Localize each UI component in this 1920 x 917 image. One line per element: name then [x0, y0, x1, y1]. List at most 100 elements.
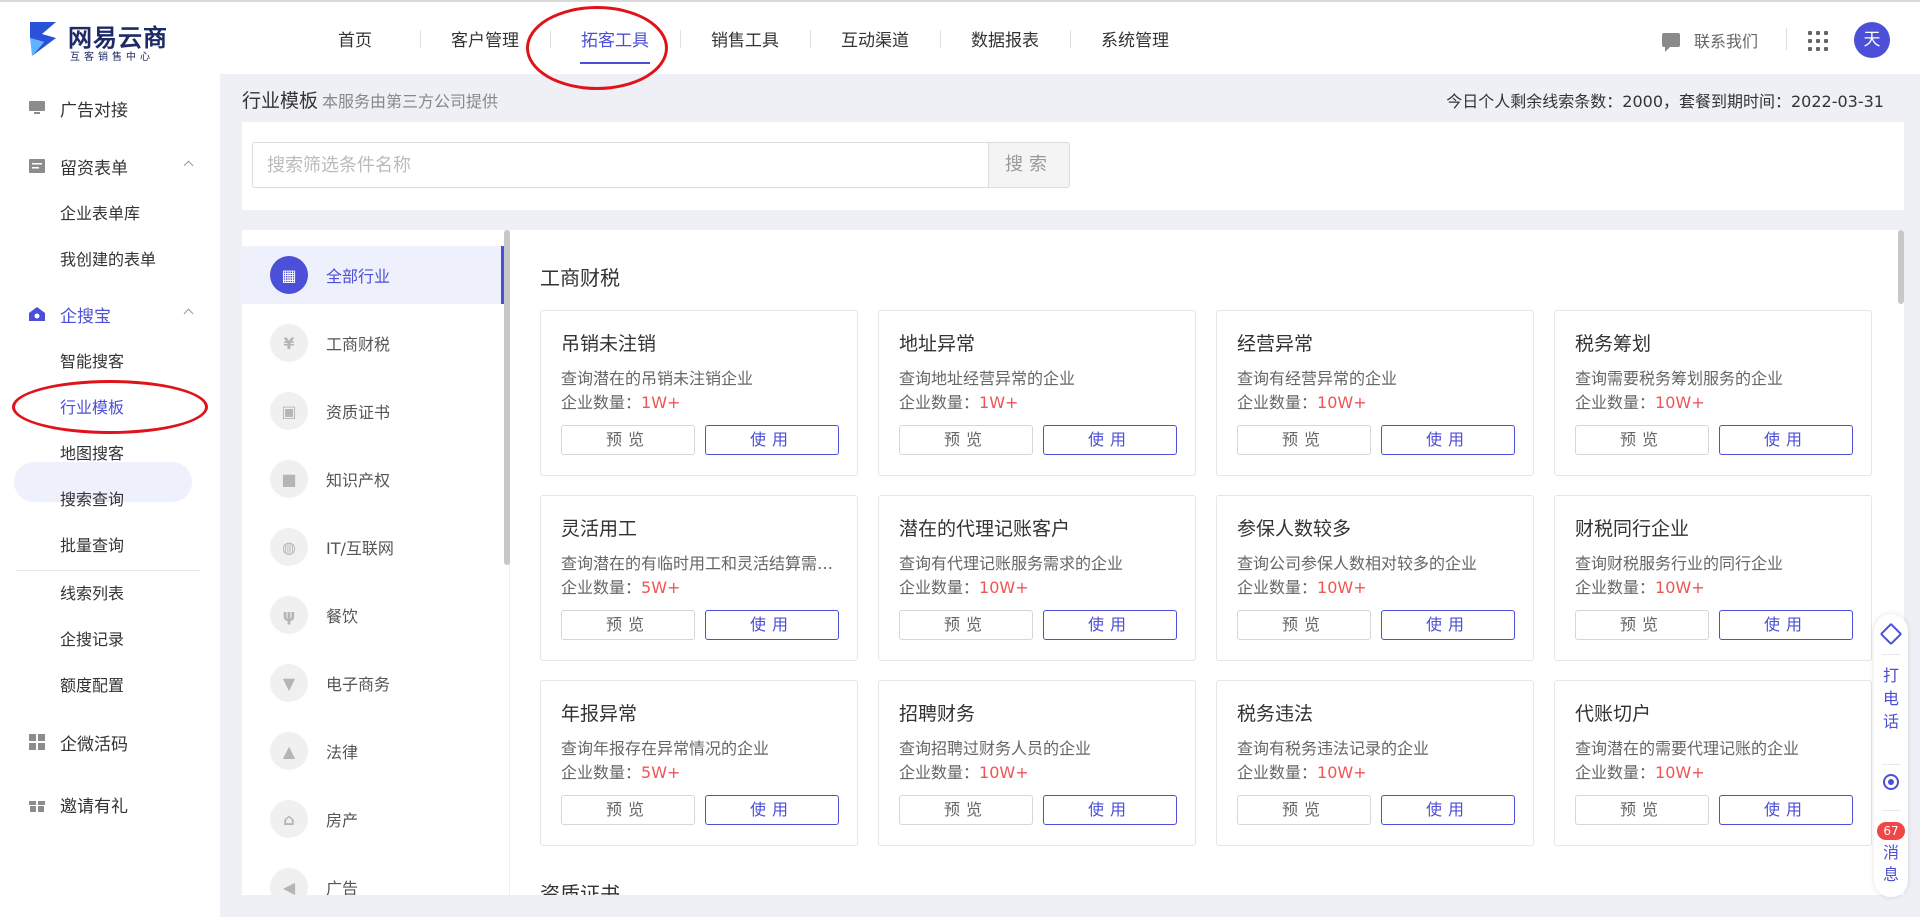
sidebar-item-search-record[interactable]: 企搜记录 — [0, 620, 220, 660]
quota-info: 今日个人剩余线索条数：2000，套餐到期时间：2022-03-31 — [1446, 92, 1884, 111]
use-button[interactable]: 使用 — [705, 610, 839, 640]
template-card: 税务违法 查询有税务违法记录的企业 企业数量：10W+ 预览 使用 — [1216, 680, 1534, 846]
count-value: 1W+ — [641, 393, 681, 412]
sidebar-item-batch-query[interactable]: 批量查询 — [0, 526, 220, 566]
card-count: 企业数量：10W+ — [899, 574, 1029, 598]
preview-button[interactable]: 预览 — [1237, 425, 1371, 455]
nav-reports[interactable]: 数据报表 — [940, 2, 1070, 76]
card-description: 查询地址经营异常的企业 — [899, 369, 1076, 388]
preview-button[interactable]: 预览 — [561, 610, 695, 640]
count-prefix: 企业数量： — [1237, 763, 1318, 782]
use-button[interactable]: 使用 — [1043, 425, 1177, 455]
preview-button[interactable]: 预览 — [899, 425, 1033, 455]
message-badge: 67 — [1877, 822, 1905, 840]
use-button[interactable]: 使用 — [1719, 425, 1853, 455]
sidebar: 广告对接 留资表单 企业表单库 我创建的表单 企搜宝 智能搜客 行业模板 地图搜… — [0, 74, 220, 917]
sidebar-item-map-search[interactable]: 地图搜客 — [0, 434, 220, 474]
card-title: 参保人数较多 — [1237, 518, 1352, 540]
preview-button[interactable]: 预览 — [1575, 795, 1709, 825]
use-button[interactable]: 使用 — [1381, 425, 1515, 455]
use-button[interactable]: 使用 — [705, 795, 839, 825]
contact-us-link[interactable]: 联系我们 — [1662, 28, 1758, 52]
preview-button[interactable]: 预览 — [899, 795, 1033, 825]
use-button[interactable]: 使用 — [705, 425, 839, 455]
sidebar-item-industry-template[interactable]: 行业模板 — [0, 388, 220, 428]
use-button[interactable]: 使用 — [1043, 795, 1177, 825]
card-count: 企业数量：10W+ — [1575, 389, 1705, 413]
count-value: 10W+ — [979, 578, 1029, 597]
sidebar-item-form-library[interactable]: 企业表单库 — [0, 194, 220, 234]
category-item[interactable]: ▼ 电子商务 — [242, 654, 504, 712]
preview-button[interactable]: 预览 — [1575, 425, 1709, 455]
card-count: 企业数量：10W+ — [1575, 759, 1705, 783]
category-item[interactable]: ▣ 资质证书 — [242, 382, 504, 440]
use-button[interactable]: 使用 — [1719, 610, 1853, 640]
sidebar-item-invite[interactable]: 邀请有礼 — [0, 782, 220, 826]
logo[interactable]: 网易云商 互客销售中心 — [26, 16, 176, 63]
count-prefix: 企业数量： — [899, 393, 980, 412]
use-button[interactable]: 使用 — [1381, 610, 1515, 640]
category-item[interactable]: ψ 餐饮 — [242, 586, 504, 644]
use-button[interactable]: 使用 — [1381, 795, 1515, 825]
page-title-text: 行业模板 — [242, 90, 319, 112]
grid-icon — [29, 734, 45, 750]
category-label: 知识产权 — [326, 471, 391, 490]
nav-system[interactable]: 系统管理 — [1070, 2, 1200, 76]
preview-button[interactable]: 预览 — [899, 610, 1033, 640]
avatar[interactable]: 天 — [1854, 22, 1890, 58]
category-label: 广告 — [326, 879, 359, 895]
sidebar-item-qisoubao[interactable]: 企搜宝 — [0, 292, 220, 336]
search-input[interactable] — [252, 142, 988, 188]
sidebar-item-quota-config[interactable]: 额度配置 — [0, 666, 220, 706]
sidebar-item-lead-list[interactable]: 线索列表 — [0, 574, 220, 614]
card-title: 税务违法 — [1237, 703, 1314, 725]
card-title: 招聘财务 — [899, 703, 976, 725]
use-button[interactable]: 使用 — [1043, 610, 1177, 640]
use-button[interactable]: 使用 — [1719, 795, 1853, 825]
nav-customer[interactable]: 客户管理 — [420, 2, 550, 76]
preview-button[interactable]: 预览 — [561, 795, 695, 825]
nav-home[interactable]: 首页 — [290, 2, 420, 76]
search-button[interactable]: 搜索 — [988, 142, 1070, 188]
search-panel: 搜索 — [242, 122, 1904, 210]
category-icon: ▲ — [270, 732, 308, 770]
call-button[interactable]: 打电话 — [1874, 664, 1908, 733]
cube-icon[interactable] — [1879, 622, 1903, 646]
category-item[interactable]: ■ 知识产权 — [242, 450, 504, 508]
card-title: 地址异常 — [899, 333, 976, 355]
sidebar-item-wecom-code[interactable]: 企微活码 — [0, 720, 220, 764]
category-scrollbar[interactable] — [504, 230, 510, 565]
sidebar-item-lead-form[interactable]: 留资表单 — [0, 144, 220, 188]
card-title: 税务筹划 — [1575, 333, 1652, 355]
category-icon: ψ — [270, 596, 308, 634]
category-item[interactable]: ◀ 广告 — [242, 858, 504, 895]
category-item[interactable]: ¥ 工商财税 — [242, 314, 504, 372]
category-item[interactable]: ⌂ 房产 — [242, 790, 504, 848]
nav-channels[interactable]: 互动渠道 — [810, 2, 940, 76]
category-label: 餐饮 — [326, 607, 359, 626]
nav-sales-tools[interactable]: 销售工具 — [680, 2, 810, 76]
count-prefix: 企业数量： — [1237, 393, 1318, 412]
count-value: 10W+ — [1317, 763, 1367, 782]
sidebar-item-smart-search[interactable]: 智能搜客 — [0, 342, 220, 382]
category-item[interactable]: ▦ 全部行业 — [242, 246, 504, 304]
count-value: 5W+ — [641, 763, 681, 782]
nav-prospecting[interactable]: 拓客工具 — [550, 2, 680, 76]
preview-button[interactable]: 预览 — [561, 425, 695, 455]
preview-button[interactable]: 预览 — [1237, 610, 1371, 640]
message-button[interactable]: 消息 — [1874, 842, 1908, 886]
category-label: 法律 — [326, 743, 359, 762]
category-item[interactable]: ▲ 法律 — [242, 722, 504, 780]
settings-icon[interactable] — [1883, 774, 1899, 790]
preview-button[interactable]: 预览 — [1575, 610, 1709, 640]
content-scrollbar[interactable] — [1898, 230, 1904, 304]
sidebar-item-ad[interactable]: 广告对接 — [0, 86, 220, 130]
category-list: ▦ 全部行业 ¥ 工商财税 ▣ 资质证书 ■ 知识产权 ◍ IT/互联网 ψ 餐饮 ▼ 电子商务 ▲ 法律 ⌂ 房… — [242, 230, 510, 895]
sidebar-item-search-query[interactable]: 搜索查询 — [0, 480, 220, 520]
apps-grid-icon[interactable] — [1808, 31, 1828, 51]
category-item[interactable]: ◍ IT/互联网 — [242, 518, 504, 576]
category-icon: ▣ — [270, 392, 308, 430]
count-prefix: 企业数量： — [1575, 763, 1656, 782]
sidebar-item-my-forms[interactable]: 我创建的表单 — [0, 240, 220, 280]
preview-button[interactable]: 预览 — [1237, 795, 1371, 825]
